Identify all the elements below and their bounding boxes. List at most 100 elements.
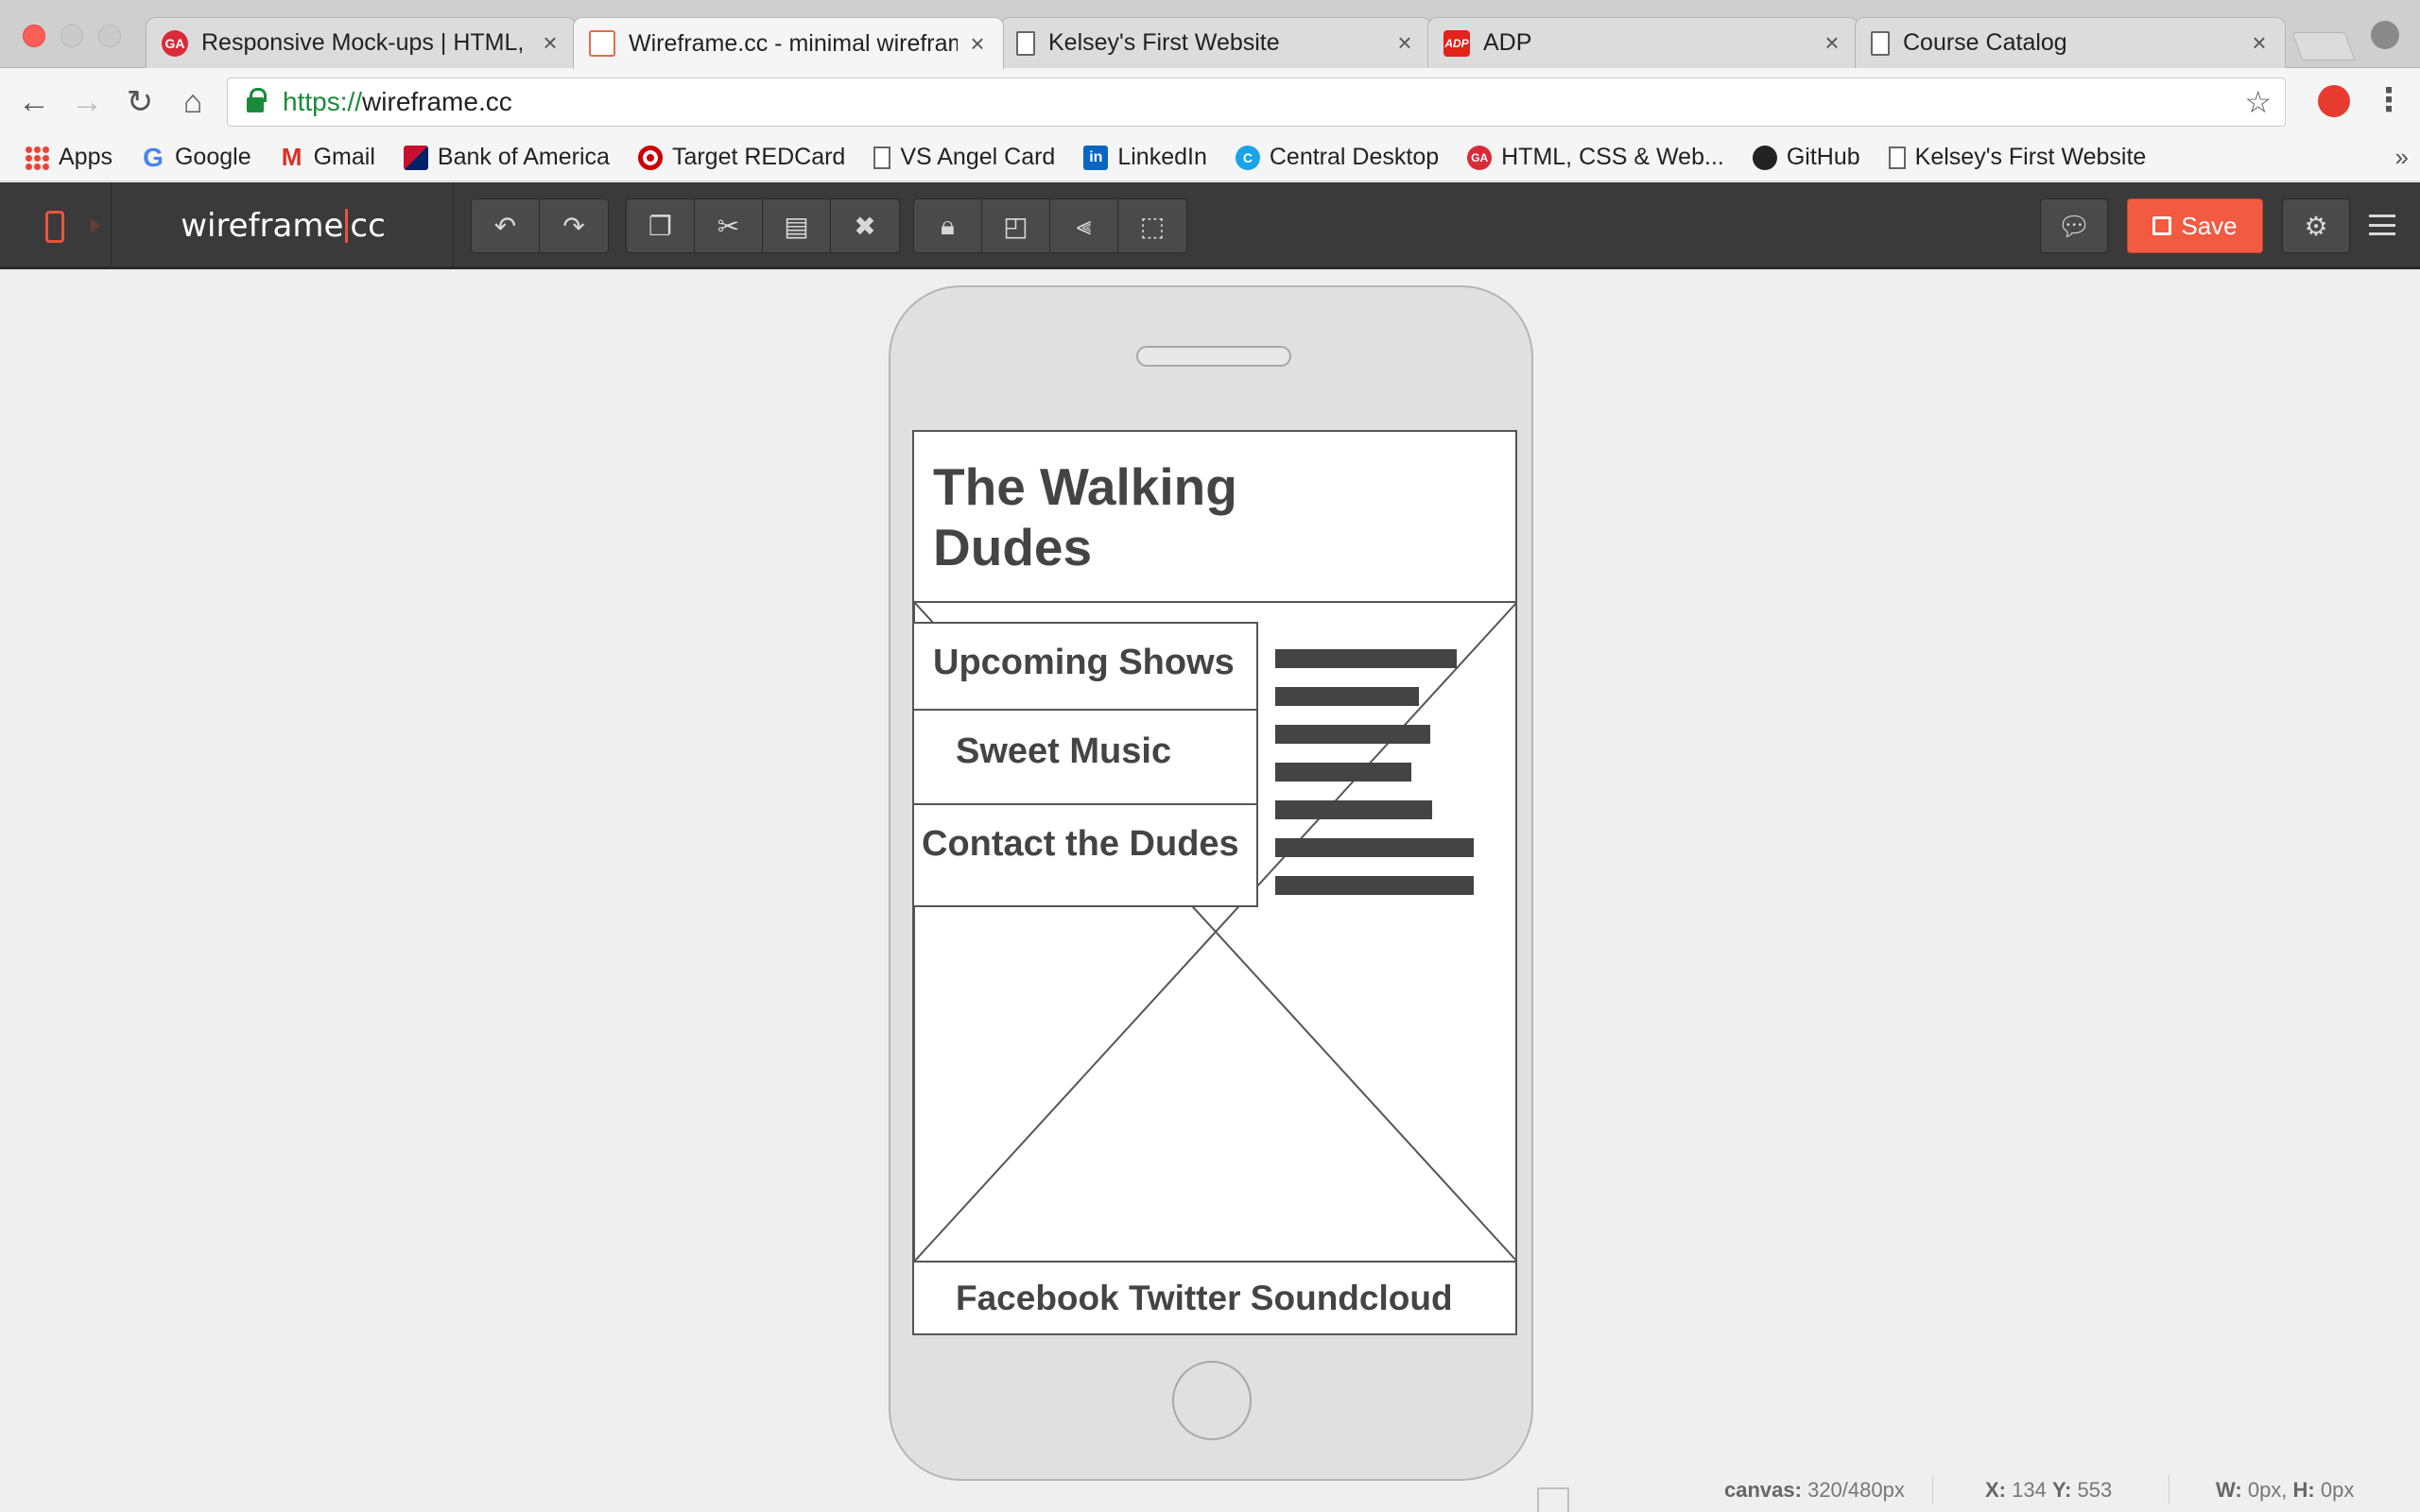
minimize-window-button[interactable] [60, 25, 83, 47]
bookmark-github[interactable]: GitHub [1752, 144, 1860, 171]
profile-avatar-icon[interactable] [2371, 21, 2399, 49]
resize-canvas-icon[interactable] [1537, 1487, 1569, 1512]
bookmark-vs-angel-card[interactable]: VS Angel Card [873, 144, 1055, 171]
mobile-phone-icon [45, 211, 64, 243]
save-button[interactable]: Save [2127, 198, 2263, 253]
align-left-icon[interactable]: ⫷ [1050, 199, 1118, 252]
browser-toolbar: ← → ↻ ⌂ https:// wireframe.cc ☆ ⋮ [0, 68, 2420, 134]
wireframe-nav-contact[interactable]: Contact the Dudes [914, 803, 1258, 907]
cursor-position-readout: X: 134 Y: 553 [1985, 1478, 2112, 1503]
url-host: wireframe.cc [362, 87, 512, 116]
cut-scissors-icon[interactable]: ✂ [695, 199, 763, 252]
device-selector-button[interactable] [0, 182, 112, 269]
logo-text-right: cc [350, 207, 386, 245]
w-label: W: [2216, 1478, 2242, 1502]
bookmark-kelseys-site[interactable]: Kelsey's First Website [1888, 144, 2147, 171]
new-tab-button[interactable] [2291, 32, 2356, 60]
bookmark-label: Bank of America [437, 144, 610, 170]
ga-logo-icon: GA [1467, 145, 1493, 170]
bookmark-gmail[interactable]: M Gmail [280, 143, 375, 171]
extension-icon[interactable] [2318, 85, 2350, 117]
address-bar[interactable]: https:// wireframe.cc ☆ [227, 77, 2286, 127]
floppy-disk-icon [2152, 216, 2172, 235]
selection-size-readout: W: 0px, H: 0px [2216, 1478, 2354, 1503]
hamburger-menu-icon[interactable] [2369, 211, 2395, 239]
save-button-label: Save [2181, 211, 2238, 240]
bookmarks-overflow-icon[interactable]: » [2395, 143, 2409, 172]
forward-arrow-icon[interactable]: → [66, 81, 108, 123]
settings-gears-icon[interactable]: ⚙ [2282, 198, 2350, 253]
wireframe-nav-upcoming-shows[interactable]: Upcoming Shows [914, 622, 1258, 711]
logo-separator [345, 209, 349, 243]
wireframe-footer-links[interactable]: Facebook Twitter Soundcloud [956, 1279, 1453, 1318]
browser-menu-icon[interactable]: ⋮ [2373, 81, 2405, 119]
app-toolbar: wireframe cc ↶ ↷ ❐ ✂ ▤ ✖ 🔒︎ ◰ ⫷ ⬚ 💬︎ Sav… [0, 182, 2420, 269]
bookmark-central-desktop[interactable]: C Central Desktop [1235, 144, 1440, 171]
x-label: X: [1985, 1478, 2006, 1502]
caret-right-icon [91, 218, 100, 233]
wireframe-screen[interactable]: The Walking Dudes Upcoming Shows Sweet M… [912, 430, 1517, 1335]
bank-of-america-icon [403, 145, 428, 170]
logo-text-left: wireframe [181, 207, 344, 245]
bookmark-linkedin[interactable]: in LinkedIn [1083, 144, 1207, 171]
bookmarks-bar: Apps G Google M Gmail Bank of America Targ… [0, 134, 2420, 181]
canvas-size-readout: canvas: 320/480px [1724, 1478, 1905, 1503]
reload-icon[interactable]: ↻ [119, 81, 161, 123]
lock-icon[interactable]: 🔒︎ [914, 199, 982, 252]
zoom-window-button[interactable] [98, 25, 121, 47]
undo-icon[interactable]: ↶ [472, 199, 540, 252]
paste-icon[interactable]: ▤ [763, 199, 831, 252]
tab-title: Responsive Mock-ups | HTML, CSS [201, 29, 530, 56]
tab-close-icon[interactable]: × [2249, 28, 2270, 58]
bring-to-front-icon[interactable]: ◰ [982, 199, 1050, 252]
arrange-button-group: 🔒︎ ◰ ⫷ ⬚ [913, 198, 1187, 253]
tab-close-icon[interactable]: × [967, 29, 988, 59]
tab-close-icon[interactable]: × [1394, 28, 1415, 58]
tab-close-icon[interactable]: × [1822, 28, 1842, 58]
bookmark-label: Kelsey's First Website [1914, 144, 2147, 170]
wireframe-site-title[interactable]: The Walking Dudes [933, 456, 1311, 577]
close-window-button[interactable] [23, 25, 45, 47]
browser-tab[interactable]: Course Catalog × [1855, 17, 2286, 68]
h-label: H: [2292, 1478, 2315, 1502]
bookmark-label: VS Angel Card [900, 144, 1056, 170]
w-value: 0px, [2247, 1478, 2288, 1502]
home-icon[interactable]: ⌂ [172, 81, 214, 123]
adp-logo-icon: ADP [1443, 29, 1470, 57]
y-value: 553 [2077, 1478, 2113, 1502]
browser-tab[interactable]: GA Responsive Mock-ups | HTML, CSS × [146, 17, 577, 68]
wireframe-logo: wireframe cc [113, 182, 454, 269]
phone-speaker [1136, 346, 1291, 367]
phone-home-button [1172, 1361, 1252, 1440]
tab-title: Kelsey's First Website [1048, 29, 1280, 56]
bookmark-star-icon[interactable]: ☆ [2244, 84, 2272, 120]
bookmark-bank-of-america[interactable]: Bank of America [403, 144, 610, 171]
bookmark-label: HTML, CSS & Web... [1501, 144, 1724, 170]
browser-tab[interactable]: Kelsey's First Website × [1000, 17, 1431, 68]
bookmark-apps[interactable]: Apps [25, 144, 112, 171]
bookmark-label: LinkedIn [1117, 144, 1207, 170]
bookmark-target[interactable]: Target REDCard [637, 144, 845, 171]
browser-tab-strip: GA Responsive Mock-ups | HTML, CSS × Wir… [0, 0, 2420, 69]
back-arrow-icon[interactable]: ← [13, 81, 55, 123]
redo-icon[interactable]: ↷ [540, 199, 608, 252]
browser-tab-active[interactable]: Wireframe.cc - minimal wireframe × [573, 17, 1004, 69]
comment-speech-bubble-icon[interactable]: 💬︎ [2040, 198, 2108, 253]
text-placeholder-bar [1275, 763, 1411, 782]
delete-x-icon[interactable]: ✖ [831, 199, 899, 252]
wireframe-nav-sweet-music[interactable]: Sweet Music [914, 709, 1258, 805]
document-icon [1888, 146, 1906, 169]
text-placeholder-bar [1275, 725, 1430, 744]
tab-title: ADP [1483, 29, 1532, 56]
copy-icon[interactable]: ❐ [627, 199, 695, 252]
browser-tab[interactable]: ADP ADP × [1427, 17, 1858, 68]
group-select-icon[interactable]: ⬚ [1118, 199, 1186, 252]
text-placeholder-bar [1275, 876, 1474, 895]
document-icon [1016, 30, 1035, 56]
tab-close-icon[interactable]: × [540, 28, 561, 58]
url-scheme: https:// [283, 87, 363, 116]
bookmark-google[interactable]: G Google [141, 143, 251, 172]
secure-lock-icon [247, 88, 267, 112]
bookmark-label: Central Desktop [1269, 144, 1440, 170]
bookmark-html-css[interactable]: GA HTML, CSS & Web... [1467, 144, 1724, 171]
